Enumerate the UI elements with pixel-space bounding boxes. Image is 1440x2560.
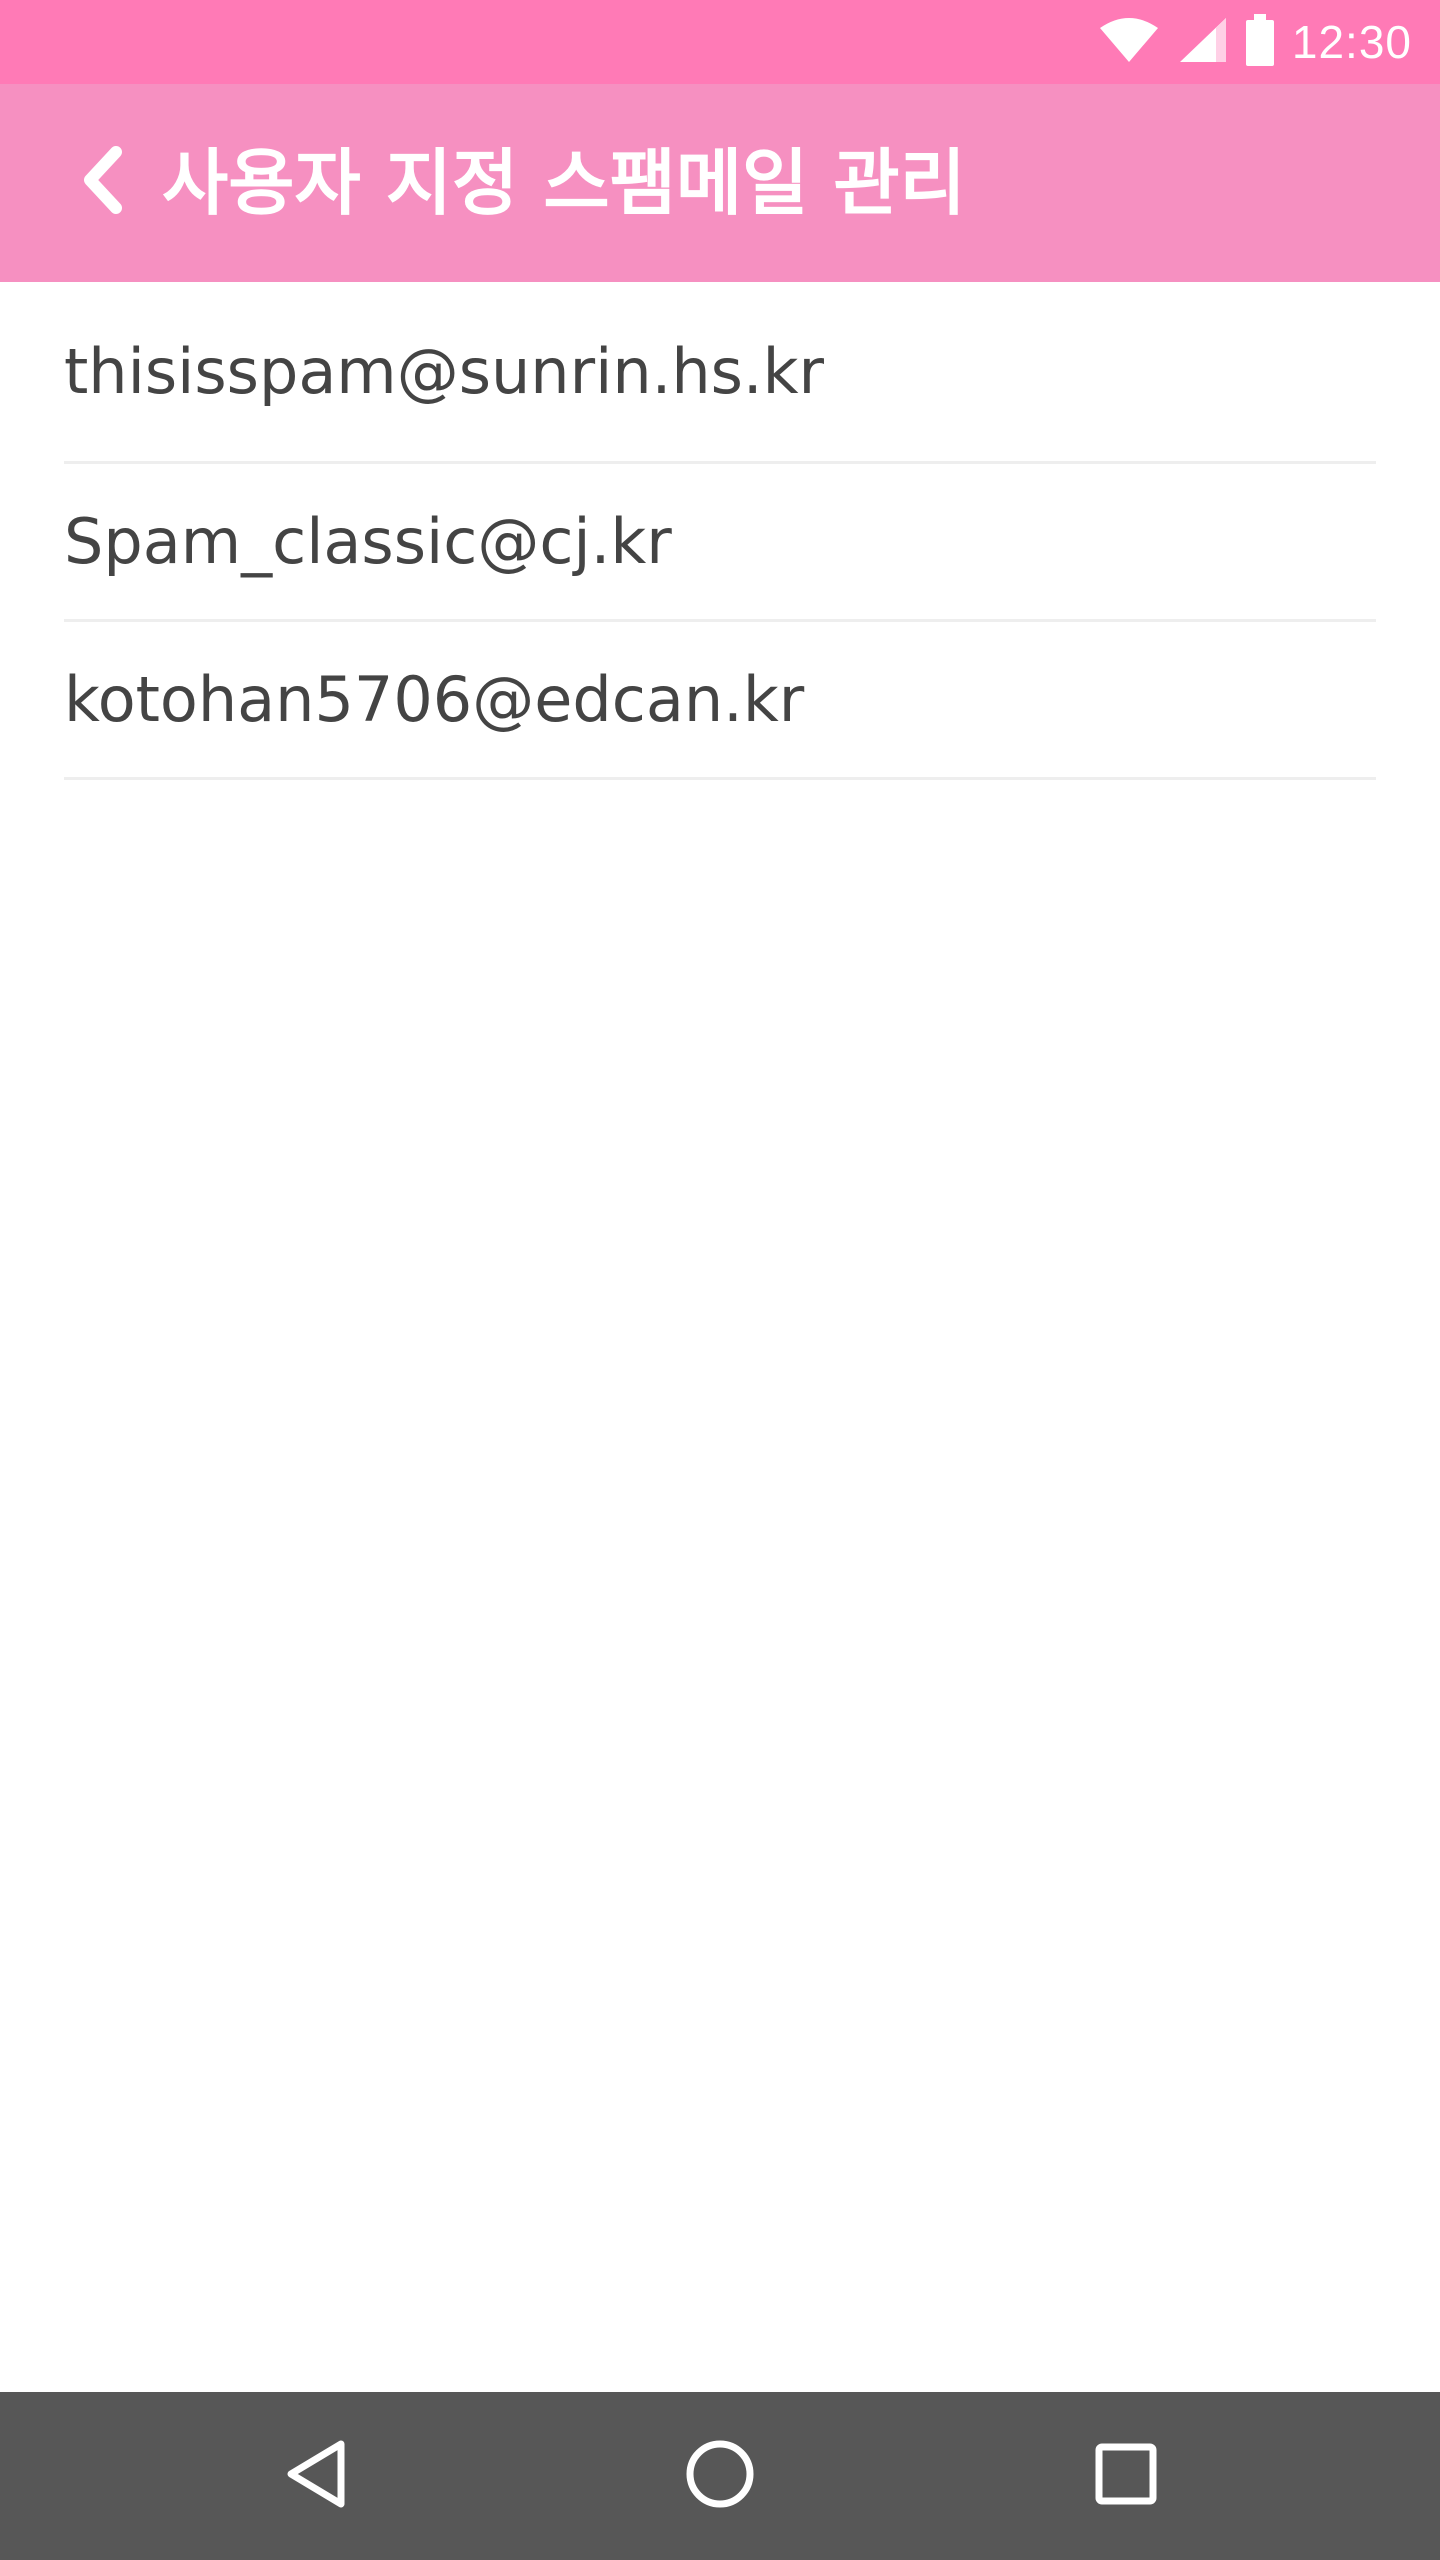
status-icons: 12:30 [1098, 0, 1412, 84]
spam-email-text: kotohan5706@edcan.kr [64, 663, 805, 736]
nav-back-icon [283, 2438, 349, 2514]
signal-icon [1178, 16, 1228, 68]
nav-recents-icon [1094, 2442, 1158, 2510]
status-bar: 12:30 [0, 0, 1440, 84]
nav-home-button[interactable] [660, 2416, 780, 2536]
wifi-icon [1098, 16, 1160, 68]
spam-email-text: thisisspam@sunrin.hs.kr [64, 335, 825, 408]
battery-icon [1245, 14, 1274, 70]
back-button[interactable] [52, 132, 152, 232]
list-item[interactable]: thisisspam@sunrin.hs.kr [64, 282, 1376, 464]
chevron-left-icon [76, 144, 128, 220]
spam-email-text: Spam_classic@cj.kr [64, 505, 672, 578]
app-bar: 사용자 지정 스팸메일 관리 [0, 84, 1440, 282]
spam-email-list: thisisspam@sunrin.hs.kr Spam_classic@cj.… [64, 282, 1376, 780]
nav-home-icon [684, 2438, 756, 2514]
navigation-bar [0, 2392, 1440, 2560]
list-item[interactable]: kotohan5706@edcan.kr [64, 622, 1376, 780]
nav-back-button[interactable] [256, 2416, 376, 2536]
nav-recents-button[interactable] [1066, 2416, 1186, 2536]
status-time: 12:30 [1291, 16, 1412, 68]
page-title: 사용자 지정 스팸메일 관리 [162, 141, 966, 225]
list-item[interactable]: Spam_classic@cj.kr [64, 464, 1376, 622]
